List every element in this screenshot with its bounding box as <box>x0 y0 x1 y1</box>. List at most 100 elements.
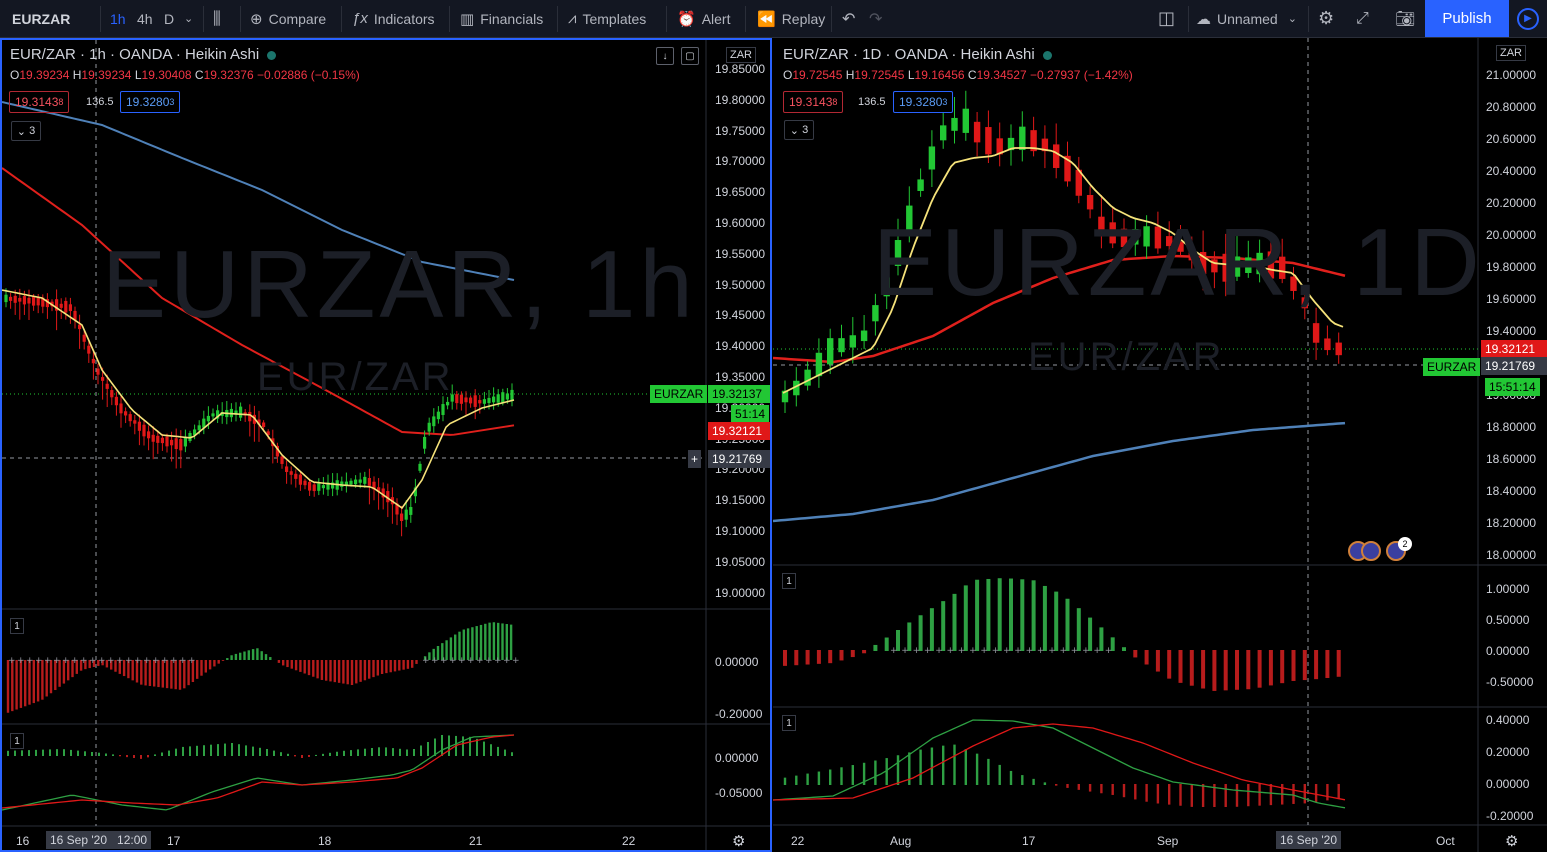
histogram-bar <box>874 760 877 785</box>
histogram-bar <box>32 660 35 704</box>
signal-marker: + <box>17 656 25 666</box>
publish-button[interactable]: Publish <box>1425 0 1509 37</box>
ma-value-red[interactable]: 19.3143 8 <box>783 91 844 113</box>
economic-event-icon[interactable] <box>1361 541 1381 561</box>
redo-icon[interactable]: ↷ <box>869 0 882 37</box>
candle-body <box>985 127 992 155</box>
ma-value-blue[interactable]: 19.3280 3 <box>120 91 181 113</box>
ma-value-mid: 136.5 <box>86 96 114 108</box>
alert-label: Alert <box>701 10 731 27</box>
settings-gear-icon[interactable]: ⚙ <box>1318 0 1334 37</box>
histogram-bar <box>260 651 263 660</box>
templates-icon: ⩘ <box>568 10 577 27</box>
currency-tag[interactable]: ZAR <box>726 47 756 63</box>
indicators-collapse-button[interactable]: ⌄ 3 <box>784 120 814 140</box>
templates-button[interactable]: ⩘ Templates <box>568 0 646 37</box>
ma-value-red[interactable]: 19.3143 8 <box>9 91 70 113</box>
candle-body <box>32 296 36 306</box>
compare-button[interactable]: ⊕ Compare <box>250 0 326 37</box>
fullscreen-icon[interactable]: ⤢ <box>1356 0 1369 37</box>
histogram-bar <box>28 660 31 705</box>
interval-d-button[interactable]: D <box>164 0 174 37</box>
histogram-bar <box>312 660 315 677</box>
chart-title-legend[interactable]: EUR/ZAR · 1D · OANDA · Heikin Ashi <box>783 46 1052 63</box>
histogram-bar <box>1257 650 1262 688</box>
candle-body <box>469 397 473 404</box>
indicators-collapse-button[interactable]: ⌄ 3 <box>11 121 41 141</box>
candle-body <box>459 394 463 404</box>
candle-body <box>1053 144 1060 168</box>
layout-name-button[interactable]: ☁ Unnamed ⌄ <box>1196 0 1297 37</box>
chart-style-candles-icon[interactable]: ⫼ <box>213 0 221 37</box>
currency-tag[interactable]: ZAR <box>1496 45 1526 61</box>
candle-body <box>496 394 500 403</box>
chart-title-legend[interactable]: EUR/ZAR · 1h · OANDA · Heikin Ashi <box>10 46 277 63</box>
histogram-bar <box>1201 650 1206 689</box>
histogram-bar <box>376 660 379 676</box>
histogram-bar <box>380 660 384 674</box>
histogram-bar <box>371 748 373 756</box>
replay-label: Replay <box>781 10 826 27</box>
maximize-icon[interactable]: ▢ <box>681 47 699 65</box>
interval-1h-button[interactable]: 1h <box>110 0 126 37</box>
macd-line <box>2 734 515 811</box>
pane-2-number[interactable]: 1 <box>782 715 796 731</box>
histogram-bar <box>210 744 212 756</box>
scroll-down-icon[interactable]: ↓ <box>656 47 674 65</box>
chart-canvas-1d[interactable]: + + + + + + + + + + + + + + + + + + + + <box>773 38 1547 852</box>
toolbar-divider <box>449 6 450 32</box>
osc2-axis-label: 0.00000 <box>1486 777 1530 791</box>
signal-marker: + <box>62 656 70 666</box>
financials-button[interactable]: ▥ Financials <box>460 0 543 37</box>
histogram-bar <box>406 660 410 669</box>
candle-body <box>78 324 82 330</box>
histogram-bar <box>1100 784 1103 794</box>
pane-2-number[interactable]: 1 <box>10 733 24 749</box>
pane-1-number[interactable]: 1 <box>10 618 24 634</box>
layout-split-icon[interactable]: ◫ <box>1158 0 1175 37</box>
camera-icon[interactable]: 📷︎ <box>1395 0 1415 37</box>
alert-button[interactable]: ⏰ Alert <box>677 0 730 37</box>
pane-1-number[interactable]: 1 <box>782 573 796 589</box>
indicators-button[interactable]: ƒx Indicators <box>352 0 435 37</box>
chart-panel-1d[interactable]: + + + + + + + + + + + + + + + + + + + + EURZAR, 1D EUR/ZAR … <box>773 38 1547 852</box>
last-price-tag: 19.32137 <box>708 385 770 403</box>
histogram-bar <box>226 658 229 660</box>
stream-button[interactable]: ▶ <box>1509 0 1547 37</box>
histogram-bar <box>204 660 207 673</box>
histogram-bar <box>1009 578 1013 651</box>
interval-label: 1h <box>110 10 126 27</box>
candle-body <box>239 406 243 418</box>
candle-body <box>289 471 293 475</box>
interval-4h-button[interactable]: 4h <box>137 0 153 37</box>
histogram-bar <box>448 735 450 756</box>
compare-label: Compare <box>268 10 327 27</box>
histogram-bar <box>415 660 418 664</box>
candle-body <box>1324 338 1331 351</box>
axis-settings-gear-icon[interactable]: ⚙ <box>1505 832 1518 850</box>
chart-panel-1h[interactable]: + + + + + + + + + + + + + + + + + + + + + + + + + + + + + + + + EURZAR,… <box>0 38 772 852</box>
histogram-bar <box>290 660 293 669</box>
candle-body <box>815 352 823 377</box>
chart-canvas-1h[interactable]: + + + + + + + + + + + + + + + + + + + + + + + + + + + + + + + + <box>2 40 770 850</box>
ma-value-blue[interactable]: 19.3280 3 <box>893 91 954 113</box>
histogram-bar <box>501 623 504 660</box>
interval-dropdown-icon[interactable]: ⌄ <box>184 0 193 37</box>
histogram-bar <box>217 660 220 664</box>
osc1-axis-label: 0.50000 <box>1486 613 1530 627</box>
histogram-bar <box>105 753 107 756</box>
axis-settings-gear-icon[interactable]: ⚙ <box>732 832 745 850</box>
candle-body <box>262 422 266 428</box>
histogram-bar <box>483 741 485 756</box>
histogram-bar <box>252 746 254 756</box>
signal-marker: + <box>924 646 932 656</box>
histogram-bar <box>84 751 86 756</box>
symbol-search-button[interactable]: EURZAR <box>12 0 70 37</box>
replay-button[interactable]: ⏪ Replay <box>757 0 825 37</box>
signal-marker: + <box>80 656 88 666</box>
candle-body <box>298 474 302 485</box>
crosshair-plus-icon[interactable]: + <box>688 450 702 468</box>
histogram-bar <box>346 660 349 685</box>
undo-icon[interactable]: ↶ <box>842 0 855 37</box>
price-axis-label: 19.00000 <box>715 585 766 600</box>
